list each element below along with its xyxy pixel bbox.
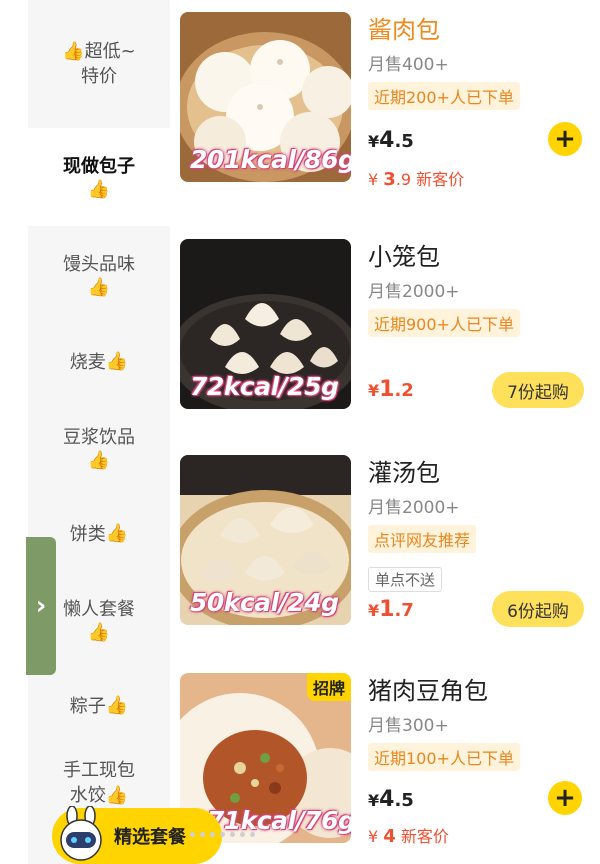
product-price: ¥4.5 [368, 128, 414, 153]
sidebar-item-label: 馒头品味 [63, 253, 135, 275]
sidebar-item-fresh-baozi[interactable]: 现做包子 👍 [28, 128, 170, 226]
sidebar-collapse-handle[interactable]: › [26, 537, 56, 675]
calorie-label: 50kcal/24g [190, 588, 339, 617]
product-image-jiangroubao[interactable]: 201kcal/86g [180, 12, 351, 182]
monthly-sales: 月售300+ [368, 716, 449, 736]
new-customer-price: ¥ 4 新客价 [368, 826, 449, 847]
sidebar-item-label: 超低~ [84, 41, 136, 62]
category-sidebar: 👍 超低~ 特价 现做包子 👍 馒头品味 👍 烧麦 👍 豆浆饮品 👍 饼类 👍 懒人套… [28, 0, 170, 864]
plus-icon: + [554, 124, 576, 154]
thumbs-up-icon: 👍 [87, 621, 111, 643]
thumbs-up-icon: 👍 [105, 695, 129, 716]
sidebar-item-label: 饼类 [69, 523, 106, 545]
min-order-button[interactable]: 6份起购 [492, 591, 584, 627]
sidebar-item-special-offer[interactable]: 👍 超低~ 特价 [28, 0, 170, 128]
thumbs-up-icon: 👍 [105, 784, 129, 806]
thumbs-up-icon: 👍 [87, 178, 111, 200]
robot-mascot-icon [60, 806, 102, 861]
sidebar-item-mantou[interactable]: 馒头品味 👍 [28, 226, 170, 324]
product-name: 猪肉豆角包 [368, 677, 488, 705]
promo-tag: 近期900+人已下单 [368, 309, 520, 337]
product-image-guantangbao[interactable]: 50kcal/24g [180, 455, 351, 625]
sidebar-item-label: 现做包子 [63, 155, 135, 177]
pager-dots [190, 832, 255, 837]
plus-icon: + [554, 783, 576, 813]
promo-tag: 近期200+人已下单 [368, 82, 520, 110]
monthly-sales: 月售400+ [368, 55, 449, 75]
sidebar-item-label-line2: 水饺 [69, 785, 106, 806]
product-price: ¥1.7 [368, 597, 414, 622]
sidebar-item-label-line2: 特价 [81, 66, 117, 87]
no-delivery-single-tag: 单点不送 [368, 567, 443, 592]
sidebar-item-label: 手工现包 [63, 760, 135, 781]
add-to-cart-button[interactable]: + [548, 781, 582, 815]
product-image-xiaolongbao[interactable]: 72kcal/25g [180, 239, 351, 409]
add-to-cart-button[interactable]: + [548, 122, 582, 156]
promo-tag: 近期100+人已下单 [368, 743, 520, 771]
product-name: 灌汤包 [368, 459, 440, 487]
thumbs-up-icon: 👍 [87, 449, 111, 471]
product-name: 小笼包 [368, 243, 440, 271]
chevron-right-icon: › [35, 591, 47, 621]
min-order-button[interactable]: 7份起购 [492, 372, 584, 408]
recommend-tag: 点评网友推荐 [368, 525, 477, 553]
signature-badge: 招牌 [306, 673, 351, 701]
thumbs-up-icon: 👍 [105, 523, 129, 544]
sidebar-item-label: 懒人套餐 [63, 598, 135, 620]
thumbs-up-icon: 👍 [87, 276, 111, 298]
calorie-label: 201kcal/86g [190, 145, 351, 174]
product-price: ¥4.5 [368, 787, 414, 812]
thumbs-up-icon: 👍 [105, 351, 129, 372]
monthly-sales: 月售2000+ [368, 498, 460, 518]
product-name: 酱肉包 [368, 16, 440, 44]
sidebar-item-shaomai[interactable]: 烧麦 👍 [28, 324, 170, 400]
monthly-sales: 月售2000+ [368, 282, 460, 302]
featured-combo-label: 精选套餐 [114, 827, 186, 848]
new-customer-price: ¥ 3.9 新客价 [368, 169, 465, 190]
product-price: ¥1.2 [368, 377, 414, 402]
sidebar-item-label: 烧麦 [69, 351, 106, 373]
sidebar-item-label: 豆浆饮品 [63, 426, 135, 448]
calorie-label: 72kcal/25g [190, 372, 339, 401]
thumbs-up-icon: 👍 [62, 40, 85, 62]
sidebar-item-zongzi[interactable]: 粽子 👍 [28, 668, 170, 744]
sidebar-item-label: 粽子 [69, 695, 106, 717]
sidebar-item-soymilk-drinks[interactable]: 豆浆饮品 👍 [28, 400, 170, 496]
